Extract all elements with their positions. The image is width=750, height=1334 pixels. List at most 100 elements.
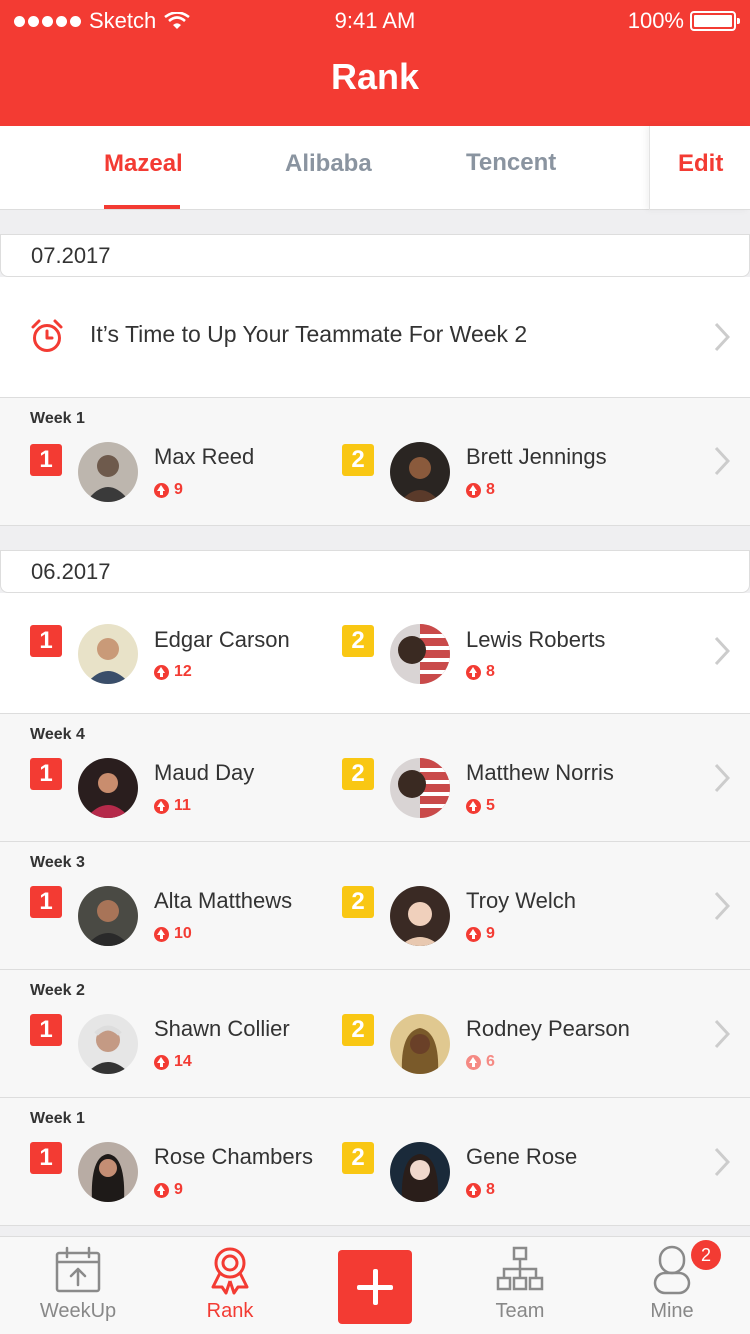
score: 11	[154, 797, 191, 815]
avatar	[390, 442, 450, 502]
week-ranking-row[interactable]: 1 Edgar Carson 12 2 Lewis Roberts 8	[0, 593, 750, 714]
tab-tencent[interactable]: Tencent	[466, 149, 556, 177]
avatar	[78, 1014, 138, 1074]
score: 5	[466, 797, 495, 815]
page-title: Rank	[330, 56, 420, 97]
score-value: 8	[486, 481, 495, 498]
member-name: Matthew Norris	[466, 760, 614, 785]
chevron-right-icon	[714, 322, 730, 352]
score-value: 6	[486, 1053, 495, 1070]
nav-header: Sketch 9:41 AM 100% Rank	[0, 0, 750, 126]
week-label: Week 3	[30, 854, 85, 871]
week-label: Week 2	[30, 982, 85, 999]
avatar	[390, 1142, 450, 1202]
month-header: 07.2017	[0, 234, 750, 277]
avatar	[78, 886, 138, 946]
weekup-icon	[55, 1246, 101, 1293]
score: 9	[466, 925, 495, 943]
week-ranking-row[interactable]: Week 4 1 Maud Day 11 2 Matthew Norris 5	[0, 714, 750, 842]
score: 9	[154, 481, 183, 499]
rank-badge-second: 2	[342, 1014, 374, 1046]
tab-alibaba[interactable]: Alibaba	[285, 150, 372, 178]
month-label: 07.2017	[31, 243, 111, 268]
week-ranking-row[interactable]: Week 1 1 Max Reed 9 2 Brett Jennings 8	[0, 398, 750, 526]
score: 8	[466, 663, 495, 681]
notification-badge: 2	[691, 1240, 721, 1270]
medal-icon	[211, 1247, 249, 1295]
member-name: Gene Rose	[466, 1144, 578, 1169]
score: 8	[466, 481, 495, 499]
tab-weekup[interactable]: WeekUp	[3, 1237, 153, 1334]
arrow-up-circle-icon	[154, 926, 169, 942]
week-label: Week 4	[30, 726, 85, 743]
tab-label: Mine	[650, 1300, 694, 1322]
arrow-up-circle-icon	[466, 664, 481, 680]
score-value: 14	[174, 1053, 192, 1070]
member-name: Troy Welch	[466, 888, 577, 913]
avatar	[390, 1014, 450, 1074]
week-ranking-row[interactable]: Week 3 1 Alta Matthews 10 2 Troy Welch 9	[0, 842, 750, 970]
tab-mine[interactable]: Mine	[597, 1237, 747, 1334]
tab-team[interactable]: Team	[445, 1237, 595, 1334]
month-label: 06.2017	[31, 559, 111, 584]
chevron-right-icon	[714, 446, 730, 476]
member-name: Rodney Pearson	[466, 1016, 630, 1041]
arrow-up-circle-icon	[154, 1054, 169, 1070]
chevron-right-icon	[714, 891, 730, 921]
week-ranking-row[interactable]: Week 1 1 Rose Chambers 9 2 Gene Rose 8	[0, 1098, 750, 1226]
member-name: Lewis Roberts	[466, 627, 606, 652]
avatar	[78, 758, 138, 818]
score: 9	[154, 1181, 183, 1199]
rank-badge-first: 1	[30, 758, 62, 790]
avatar	[390, 758, 450, 818]
arrow-up-circle-icon	[466, 1182, 481, 1198]
tab-label: Rank	[206, 1300, 254, 1322]
arrow-up-circle-icon	[154, 482, 169, 498]
score: 12	[154, 663, 192, 681]
week-label: Week 1	[30, 410, 85, 427]
rank-badge-first: 1	[30, 1014, 62, 1046]
member-name: Maud Day	[154, 760, 255, 785]
reminder-text: It’s Time to Up Your Teammate For Week 2	[90, 321, 528, 347]
bottom-tab-bar: WeekUp Rank Team Mine 2	[0, 1236, 750, 1334]
week-label: Week 1	[30, 1110, 85, 1127]
score: 14	[154, 1053, 192, 1071]
score: 10	[154, 925, 192, 943]
rank-badge-first: 1	[30, 1142, 62, 1174]
member-name: Alta Matthews	[154, 888, 293, 913]
chevron-right-icon	[714, 1019, 730, 1049]
person-icon	[653, 1245, 691, 1295]
score-value: 12	[174, 663, 192, 680]
score: 8	[466, 1181, 495, 1199]
rank-badge-second: 2	[342, 886, 374, 918]
score-value: 8	[486, 1181, 495, 1198]
arrow-up-circle-icon	[154, 664, 169, 680]
battery-icon	[690, 11, 740, 31]
score-value: 9	[174, 481, 183, 498]
add-button[interactable]	[338, 1250, 412, 1324]
tab-rank[interactable]: Rank	[155, 1237, 305, 1334]
rank-badge-first: 1	[30, 625, 62, 657]
team-icon	[496, 1246, 544, 1291]
company-tabs: Mazeal Alibaba Tencent Edit	[0, 126, 750, 210]
avatar	[390, 624, 450, 684]
rank-badge-second: 2	[342, 625, 374, 657]
chevron-right-icon	[714, 1147, 730, 1177]
week-ranking-row[interactable]: Week 2 1 Shawn Collier 14 2 Rodney Pears…	[0, 970, 750, 1098]
battery-percent: 100%	[627, 8, 684, 33]
score-value: 5	[486, 797, 495, 814]
edit-button[interactable]: Edit	[649, 126, 750, 210]
arrow-up-circle-icon	[466, 482, 481, 498]
chevron-right-icon	[714, 763, 730, 793]
member-name: Max Reed	[154, 444, 255, 469]
tab-mazeal[interactable]: Mazeal	[104, 150, 183, 178]
avatar	[78, 624, 138, 684]
edit-label: Edit	[678, 150, 724, 177]
rank-badge-second: 2	[342, 444, 374, 476]
member-name: Brett Jennings	[466, 444, 607, 469]
member-name: Rose Chambers	[154, 1144, 313, 1169]
member-name: Edgar Carson	[154, 627, 290, 652]
reminder-row[interactable]: It’s Time to Up Your Teammate For Week 2	[0, 277, 750, 398]
score: 6	[466, 1053, 495, 1071]
score-value: 11	[174, 797, 191, 814]
